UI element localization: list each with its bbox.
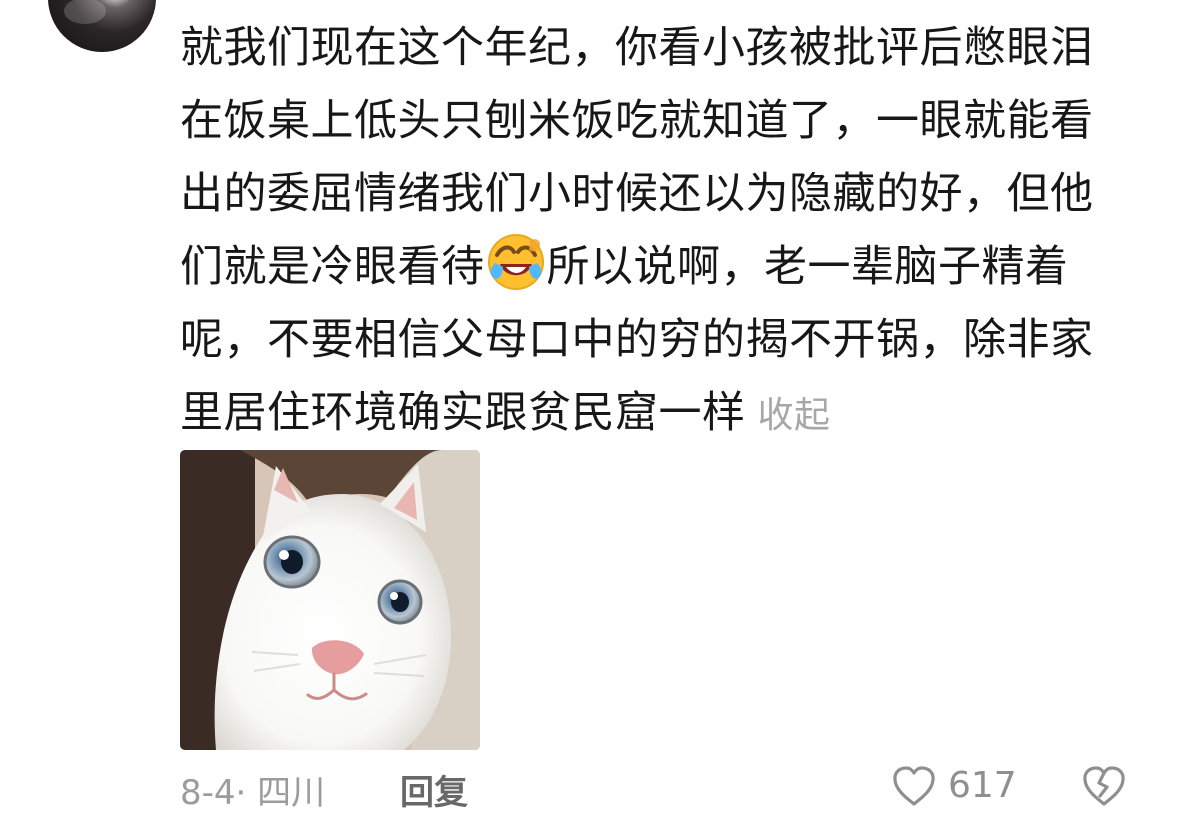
comment-line-6-text: 里居住环境确实跟贫民窟一样: [180, 388, 746, 438]
reply-button[interactable]: 回复: [400, 765, 468, 814]
collapse-button[interactable]: 收起: [758, 395, 831, 436]
laughing-crying-emoji-icon: [487, 233, 545, 291]
comment-image-white-cat[interactable]: [180, 450, 480, 750]
comment-line-4: 们就是冷眼看待 所以说啊，老一辈脑子精着: [180, 231, 1110, 304]
like-count: 617: [948, 765, 1017, 806]
comment-line-2: 在饭桌上低头只刨米饭吃就知道了，一眼就能看: [180, 96, 1094, 146]
comment-line-5: 呢，不要相信父母口中的穷的揭不开锅，除非家: [180, 315, 1094, 365]
comment-line-6: 里居住环境确实跟贫民窟一样 收起: [180, 377, 1110, 452]
comment-footer: 8-4· 四川 回复 617: [180, 765, 1140, 815]
comment-line-4-start: 们就是冷眼看待: [180, 242, 485, 292]
comment-text: 就我们现在这个年纪，你看小孩被批评后憋眼泪 在饭桌上低头只刨米饭吃就知道了，一眼…: [180, 12, 1110, 452]
heart-outline-icon: [890, 763, 938, 811]
like-button[interactable]: 617: [890, 762, 1030, 816]
comment-line-3: 出的委屈情绪我们小时候还以为隐藏的好，但他: [180, 169, 1094, 219]
user-avatar[interactable]: [48, 0, 156, 52]
comment-date-location: 8-4· 四川: [180, 773, 326, 813]
comment-line-4-end: 所以说啊，老一辈脑子精着: [546, 242, 1069, 292]
comment-line-1: 就我们现在这个年纪，你看小孩被批评后憋眼泪: [180, 23, 1094, 73]
broken-heart-icon[interactable]: [1080, 763, 1128, 811]
